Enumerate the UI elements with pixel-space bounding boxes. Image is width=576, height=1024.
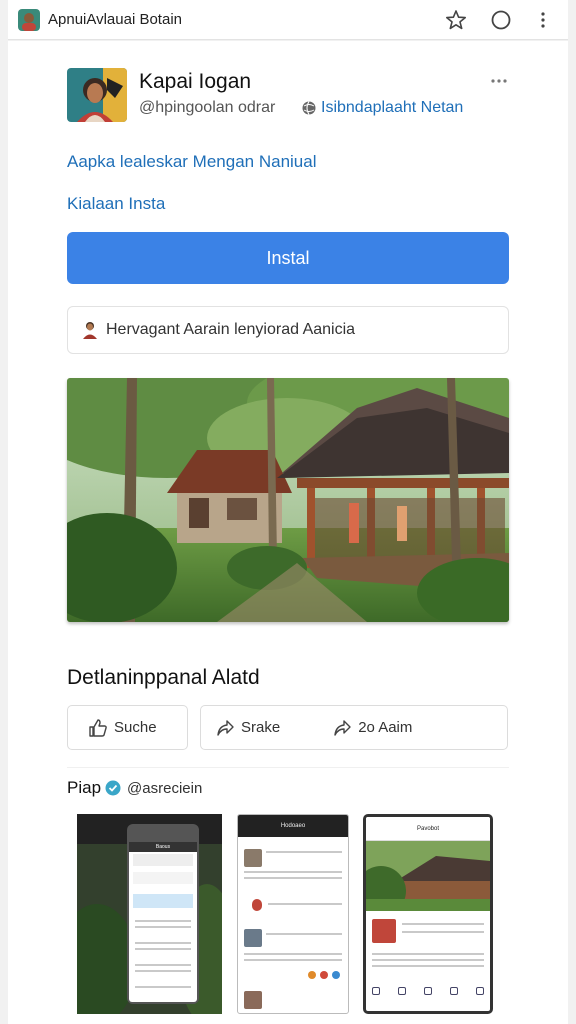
screenshot-2[interactable]: Hodoaeo [237, 814, 349, 1014]
hero-image [67, 378, 509, 622]
app-description-link[interactable]: Aapka lealeskar Mengan Naniual [67, 152, 317, 172]
screenshots-header: Piap @asreciein [67, 778, 202, 798]
shot1-header: Baous [129, 842, 197, 852]
shot2-header: Hodoaeo [238, 815, 348, 837]
globe-icon [302, 101, 316, 115]
favicon-avatar-icon [18, 8, 40, 31]
screenshot-1[interactable]: Baous [77, 814, 222, 1014]
app-icon [67, 68, 127, 122]
kebab-menu-icon[interactable] [530, 7, 556, 33]
screenshots-title: Piap [67, 778, 102, 797]
share-actions-bar: Srake 2o Aaim [200, 705, 508, 750]
person-icon [83, 322, 97, 339]
website-label: Isibndaplaaht Netan [321, 99, 464, 116]
app-detail-page: Kapai Iogan @hpingoolan odrar Isibndapla… [8, 41, 568, 1024]
permission-text: Hervagant Aarain lenyiorad Aanicia [106, 321, 356, 338]
screenshot-3[interactable]: Pavobot [363, 814, 493, 1014]
browser-top-bar: ApnuiAvlauai Botain [8, 0, 568, 40]
install-button[interactable]: Instal [67, 232, 509, 284]
verified-badge-icon [105, 780, 121, 796]
share-label: Srake [241, 719, 281, 736]
star-icon[interactable] [443, 7, 469, 33]
developer-website-link[interactable]: Isibndaplaaht Netan [301, 99, 463, 117]
page-title: ApnuiAvlauai Botain [48, 11, 182, 28]
forward-arrow-icon [334, 719, 351, 736]
like-button[interactable]: Suche [67, 705, 188, 750]
shot3-header: Pavobot [366, 817, 490, 841]
screenshots-handle: @asreciein [127, 779, 203, 797]
thumbs-up-icon [89, 718, 107, 737]
forward-label: 2o Aaim [358, 719, 413, 736]
forward-button[interactable]: 2o Aaim [332, 718, 412, 738]
more-options-icon[interactable] [489, 76, 509, 86]
share-button[interactable]: Srake [215, 718, 280, 738]
app-header: Kapai Iogan @hpingoolan odrar Isibndapla… [67, 68, 509, 124]
section-title: Detlaninppanal Alatd [67, 666, 260, 689]
install-info-link[interactable]: Kialaan Insta [67, 194, 165, 214]
screenshots-section: Piap @asreciein Baous Hodoaeo Pavobot [67, 767, 509, 1024]
developer-handle[interactable]: @hpingoolan odrar [139, 99, 275, 117]
circle-icon[interactable] [488, 7, 514, 33]
app-name: Kapai Iogan [139, 70, 252, 93]
like-label: Suche [114, 719, 157, 736]
share-arrow-icon [217, 719, 234, 736]
permission-notice[interactable]: Hervagant Aarain lenyiorad Aanicia [67, 306, 509, 354]
